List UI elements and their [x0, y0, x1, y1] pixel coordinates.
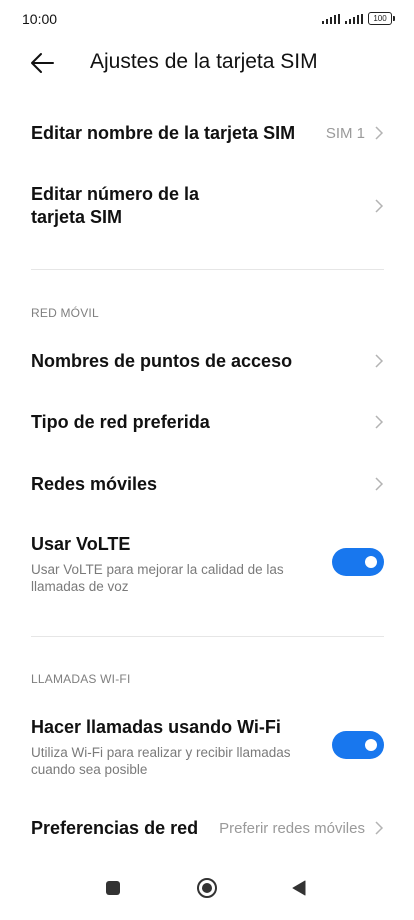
- network-type-label: Tipo de red preferida: [31, 411, 210, 432]
- triangle-left-icon[interactable]: [291, 880, 307, 896]
- edit-sim-number-row[interactable]: Editar número de la tarjeta SIM: [31, 182, 384, 230]
- system-nav-bar: [0, 862, 414, 920]
- divider: [31, 636, 384, 637]
- edit-sim-number-line2: tarjeta SIM: [31, 207, 123, 227]
- volte-toggle[interactable]: [332, 548, 384, 576]
- section-header-wifi-calls: LLAMADAS WI-FI: [31, 672, 131, 686]
- edit-sim-number-label: Editar número de la tarjeta SIM: [31, 183, 375, 229]
- wifi-calling-row[interactable]: Hacer llamadas usando Wi-Fi Utiliza Wi-F…: [31, 717, 384, 787]
- signal-icon: [322, 13, 340, 24]
- network-preferences-row[interactable]: Preferencias de red Preferir redes móvil…: [31, 815, 384, 841]
- chevron-right-icon: [375, 126, 384, 140]
- wifi-calling-description: Utiliza Wi-Fi para realizar y recibir ll…: [31, 745, 291, 777]
- divider: [31, 269, 384, 270]
- circle-icon[interactable]: [196, 877, 218, 899]
- chevron-right-icon: [375, 415, 384, 429]
- page-title: Ajustes de la tarjeta SIM: [90, 50, 318, 73]
- wifi-calling-toggle[interactable]: [332, 731, 384, 759]
- clock: 10:00: [22, 11, 58, 27]
- volte-row[interactable]: Usar VoLTE Usar VoLTE para mejorar la ca…: [31, 534, 384, 604]
- network-preferences-label: Preferencias de red: [31, 817, 199, 838]
- edit-sim-name-label: Editar nombre de la tarjeta SIM: [31, 122, 296, 143]
- edit-sim-number-line1: Editar número de la: [31, 184, 200, 204]
- top-app-bar: Ajustes de la tarjeta SIM: [0, 40, 414, 86]
- network-type-row[interactable]: Tipo de red preferida: [31, 409, 384, 435]
- status-icons: 100: [322, 12, 395, 25]
- apn-label: Nombres de puntos de acceso: [31, 350, 293, 371]
- section-header-mobile: RED MÓVIL: [31, 306, 99, 320]
- square-icon[interactable]: [105, 880, 121, 896]
- chevron-right-icon: [375, 821, 384, 835]
- signal-icon-2: [345, 13, 363, 24]
- battery-icon: 100: [368, 12, 395, 25]
- apn-row[interactable]: Nombres de puntos de acceso: [31, 348, 384, 374]
- chevron-right-icon: [375, 477, 384, 491]
- toggle-knob: [365, 556, 377, 568]
- wifi-calling-label: Hacer llamadas usando Wi-Fi: [31, 717, 281, 737]
- battery-level: 100: [373, 14, 387, 23]
- mobile-networks-label: Redes móviles: [31, 473, 158, 494]
- edit-sim-name-row[interactable]: Editar nombre de la tarjeta SIM SIM 1: [31, 119, 384, 147]
- status-bar: 10:00 100: [0, 0, 414, 40]
- toggle-knob: [365, 739, 377, 751]
- volte-description: Usar VoLTE para mejorar la calidad de la…: [31, 562, 284, 594]
- network-preferences-value: Preferir redes móviles: [219, 819, 365, 837]
- volte-label: Usar VoLTE: [31, 534, 131, 554]
- chevron-right-icon: [375, 199, 384, 213]
- chevron-right-icon: [375, 354, 384, 368]
- sim-name-value: SIM 1: [325, 124, 365, 142]
- mobile-networks-row[interactable]: Redes móviles: [31, 471, 384, 497]
- arrow-left-icon[interactable]: [30, 52, 54, 74]
